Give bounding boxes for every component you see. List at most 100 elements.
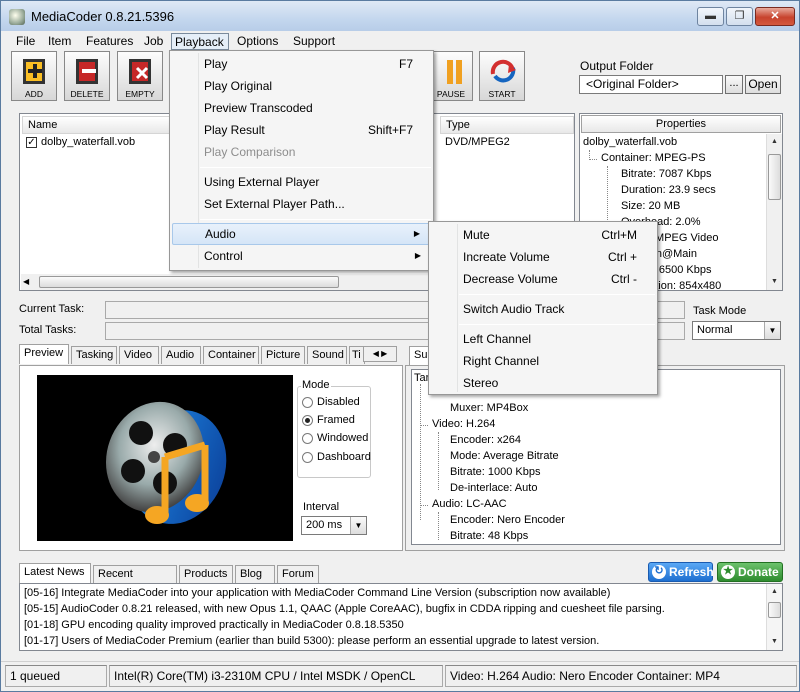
maximize-button[interactable]: ❐ bbox=[726, 7, 753, 26]
close-button[interactable]: ✕ bbox=[755, 7, 795, 26]
add-button[interactable]: ADD bbox=[11, 51, 57, 101]
mode-dashboard-radio[interactable] bbox=[302, 452, 313, 463]
file-name[interactable]: dolby_waterfall.vob bbox=[41, 136, 135, 148]
news-item[interactable]: [01-17] Users of MediaCoder Premium (ear… bbox=[24, 635, 599, 647]
menu-item[interactable]: Item bbox=[45, 33, 74, 50]
empty-icon bbox=[129, 59, 151, 84]
donate-button[interactable]: ★ Donate bbox=[717, 562, 783, 582]
menu-increase-volume[interactable]: Increate Volume Ctrl + bbox=[431, 246, 655, 268]
news-vscroll[interactable]: ▲ ▼ bbox=[766, 584, 782, 650]
scroll-thumb[interactable] bbox=[768, 154, 781, 200]
menu-features[interactable]: Features bbox=[83, 33, 136, 50]
scroll-up-icon[interactable]: ▲ bbox=[767, 584, 782, 599]
menu-shortcut: F7 bbox=[398, 57, 413, 71]
tab-container[interactable]: Container bbox=[203, 346, 259, 364]
chevron-down-icon[interactable]: ▼ bbox=[764, 322, 780, 339]
output-folder-label: Output Folder bbox=[580, 59, 654, 73]
news-item[interactable]: [05-16] Integrate MediaCoder into your a… bbox=[24, 587, 610, 599]
menu-play-comparison: Play Comparison bbox=[204, 145, 296, 159]
news-item[interactable]: [01-18] GPU encoding quality improved pr… bbox=[24, 619, 404, 631]
menu-play-result[interactable]: Play Result Shift+F7 bbox=[172, 119, 431, 141]
browse-button[interactable]: ... bbox=[725, 75, 743, 94]
refresh-icon: ↻ bbox=[652, 565, 666, 579]
menu-preview-transcoded[interactable]: Preview Transcoded bbox=[172, 97, 431, 119]
scroll-thumb[interactable] bbox=[768, 602, 781, 618]
tab-tasking[interactable]: Tasking bbox=[71, 346, 117, 364]
delete-label: DELETE bbox=[70, 89, 104, 99]
mode-framed-label[interactable]: Framed bbox=[317, 414, 355, 426]
menu-job[interactable]: Job bbox=[141, 33, 166, 50]
summary-muxer: Muxer: MP4Box bbox=[450, 402, 529, 414]
menu-options[interactable]: Options bbox=[234, 33, 281, 50]
summary-video: Video: H.264 bbox=[432, 418, 496, 430]
news-item[interactable]: [05-15] AudioCoder 0.8.21 released, with… bbox=[24, 603, 665, 615]
pause-button[interactable]: PAUSE bbox=[429, 51, 473, 101]
scroll-up-icon[interactable]: ▲ bbox=[767, 134, 782, 149]
summary-audio-encoder: Encoder: Nero Encoder bbox=[450, 514, 565, 526]
menu-right-channel[interactable]: Right Channel bbox=[431, 350, 655, 372]
menu-audio[interactable]: Audio ▶ bbox=[172, 223, 431, 245]
menu-play-original[interactable]: Play Original bbox=[172, 75, 431, 97]
menu-playback[interactable]: Playback bbox=[171, 33, 229, 50]
scroll-left-icon[interactable]: ◀ bbox=[23, 274, 29, 290]
star-icon: ★ bbox=[721, 565, 735, 579]
start-button[interactable]: START bbox=[479, 51, 525, 101]
column-type[interactable]: Type bbox=[440, 116, 574, 134]
scroll-down-icon[interactable]: ▼ bbox=[767, 634, 782, 649]
tab-products[interactable]: Products bbox=[179, 565, 233, 583]
menu-item-label: Audio bbox=[205, 227, 236, 241]
task-mode-select[interactable]: Normal ▼ bbox=[692, 321, 781, 340]
mode-dashboard-label[interactable]: Dashboard bbox=[317, 451, 371, 463]
mode-windowed-label[interactable]: Windowed bbox=[317, 432, 368, 444]
tab-video[interactable]: Video bbox=[119, 346, 159, 364]
delete-button[interactable]: DELETE bbox=[64, 51, 110, 101]
menu-mute[interactable]: Mute Ctrl+M bbox=[431, 224, 655, 246]
scroll-down-icon[interactable]: ▼ bbox=[767, 274, 782, 289]
tree-connector bbox=[438, 512, 439, 540]
chevron-down-icon[interactable]: ▼ bbox=[350, 517, 366, 534]
properties-vscroll[interactable]: ▲ ▼ bbox=[766, 134, 782, 290]
menu-support[interactable]: Support bbox=[290, 33, 338, 50]
empty-button[interactable]: EMPTY bbox=[117, 51, 163, 101]
menu-play[interactable]: Play F7 bbox=[172, 53, 431, 75]
tab-latest-news[interactable]: Latest News bbox=[19, 563, 91, 583]
mode-framed-radio[interactable] bbox=[302, 415, 313, 426]
menu-control[interactable]: Control ▶ bbox=[172, 245, 431, 267]
tab-sound[interactable]: Sound bbox=[307, 346, 347, 364]
film-reel-logo bbox=[105, 401, 227, 524]
menu-switch-audio-track[interactable]: Switch Audio Track bbox=[431, 298, 655, 320]
tree-connector bbox=[420, 425, 428, 426]
open-button[interactable]: Open bbox=[745, 75, 781, 94]
menu-file[interactable]: File bbox=[13, 33, 38, 50]
interval-select[interactable]: 200 ms ▼ bbox=[301, 516, 367, 535]
total-tasks-label: Total Tasks: bbox=[19, 324, 77, 336]
mode-disabled-radio[interactable] bbox=[302, 397, 313, 408]
tab-scroll[interactable]: ◀ ▶ bbox=[363, 346, 397, 362]
refresh-button[interactable]: ↻ Refresh bbox=[648, 562, 714, 582]
tab-picture[interactable]: Picture bbox=[261, 346, 305, 364]
tab-audio[interactable]: Audio bbox=[161, 346, 201, 364]
tab-preview[interactable]: Preview bbox=[19, 344, 69, 364]
menu-external-player[interactable]: Using External Player bbox=[172, 171, 431, 193]
output-folder-field[interactable]: <Original Folder> bbox=[579, 75, 723, 94]
menu-shortcut: Ctrl + bbox=[607, 250, 637, 264]
file-checkbox[interactable]: ✓ bbox=[26, 137, 37, 148]
window-title: MediaCoder 0.8.21.5396 bbox=[31, 9, 175, 24]
mode-windowed-radio[interactable] bbox=[302, 433, 313, 444]
minimize-button[interactable]: ▬ bbox=[697, 7, 724, 26]
start-icon bbox=[490, 59, 516, 83]
menu-set-external-player[interactable]: Set External Player Path... bbox=[172, 193, 431, 215]
add-label: ADD bbox=[25, 89, 43, 99]
submenu-arrow-icon: ▶ bbox=[413, 229, 420, 238]
scroll-thumb[interactable] bbox=[39, 276, 339, 288]
menu-stereo[interactable]: Stereo bbox=[431, 372, 655, 394]
title-bar[interactable]: MediaCoder 0.8.21.5396 ▬ ❐ ✕ bbox=[1, 1, 799, 31]
app-icon bbox=[9, 9, 25, 25]
column-name[interactable]: Name bbox=[22, 116, 172, 134]
tab-forum[interactable]: Forum bbox=[277, 565, 319, 583]
menu-decrease-volume[interactable]: Decrease Volume Ctrl - bbox=[431, 268, 655, 290]
mode-disabled-label[interactable]: Disabled bbox=[317, 396, 360, 408]
menu-left-channel[interactable]: Left Channel bbox=[431, 328, 655, 350]
tab-blog[interactable]: Blog bbox=[235, 565, 275, 583]
tab-recent-updates[interactable]: Recent Updates bbox=[93, 565, 177, 596]
